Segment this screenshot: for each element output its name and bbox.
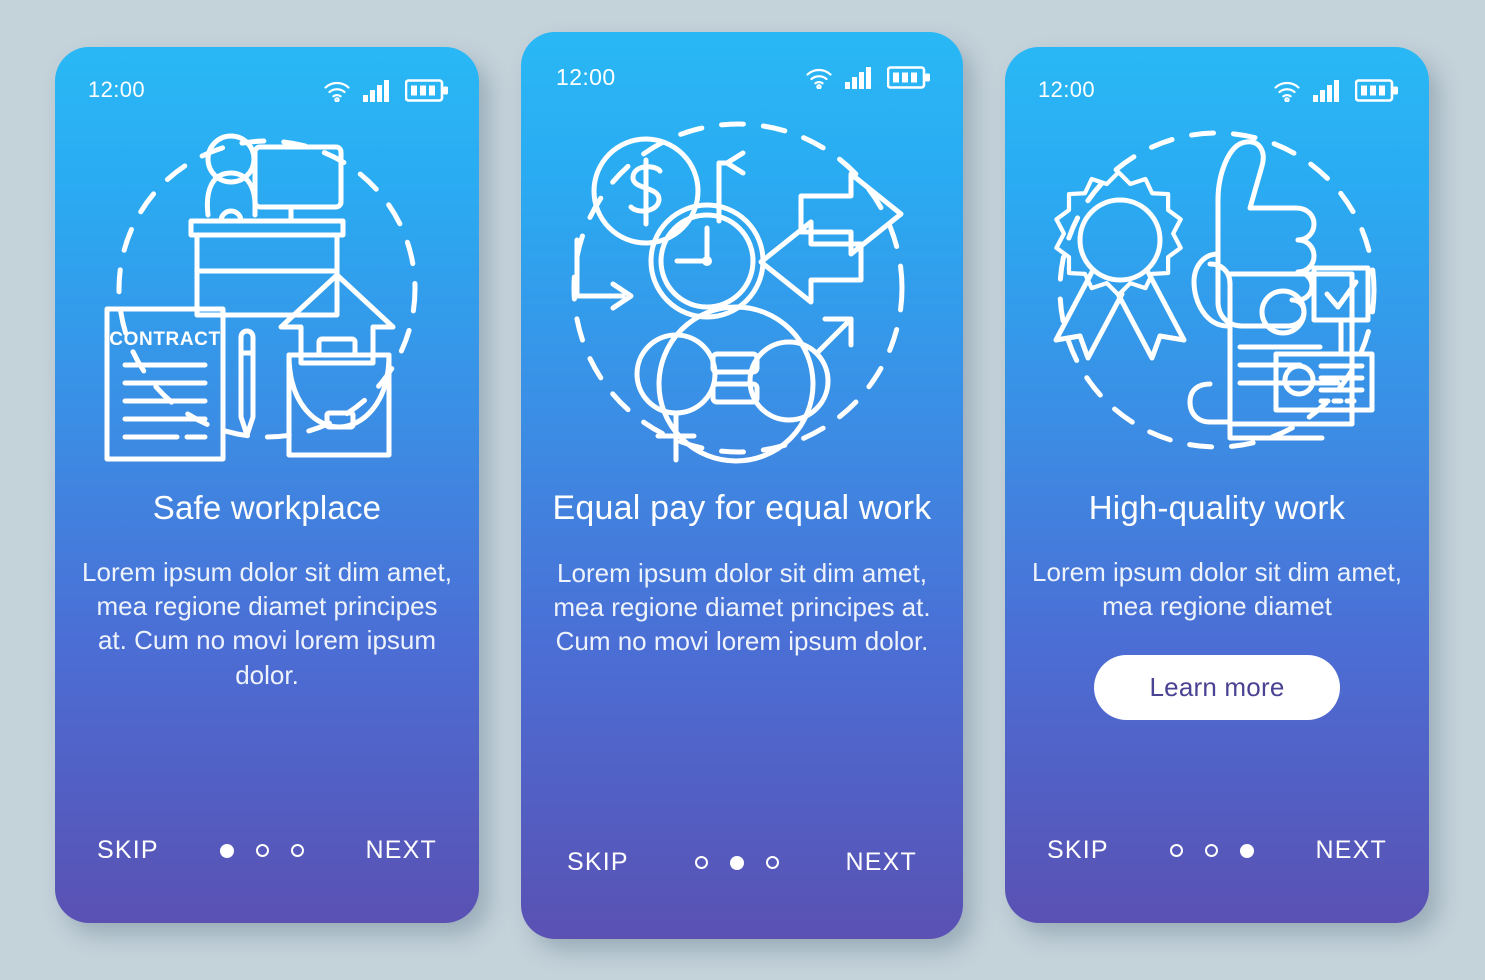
screen-content: Equal pay for equal work Lorem ipsum dol… [521, 487, 963, 659]
page-title: Equal pay for equal work [552, 489, 932, 527]
illustration-equal-pay [521, 95, 963, 487]
status-bar-clock: 12:00 [88, 77, 146, 102]
cellular-signal-icon [363, 79, 393, 102]
page-description: Lorem ipsum dolor sit dim amet, mea regi… [82, 556, 452, 690]
svg-text:CONTRACT: CONTRACT [109, 329, 220, 350]
status-bar: 12:00 [1005, 47, 1429, 103]
skip-button[interactable]: SKIP [567, 848, 629, 877]
bottom-navigation: SKIP NEXT [521, 848, 963, 877]
status-bar: 12:00 [55, 47, 479, 103]
next-button[interactable]: NEXT [846, 848, 917, 877]
illustration-high-quality-work [1005, 107, 1429, 487]
page-description: Lorem ipsum dolor sit dim amet, mea regi… [553, 557, 931, 657]
status-bar-icons [1273, 78, 1399, 102]
pagination-dot-3[interactable] [1240, 843, 1255, 858]
next-button[interactable]: NEXT [1316, 836, 1387, 865]
status-bar-clock: 12:00 [1038, 77, 1096, 102]
phone-screen-safe-workplace: 12:00 CONTRACT Safe workplace Lorem ipsu… [55, 47, 479, 923]
onboarding-screens-stage: 12:00 CONTRACT Safe workplace Lorem ipsu… [0, 0, 1485, 980]
battery-icon [887, 66, 931, 89]
bottom-navigation: SKIP NEXT [1005, 836, 1429, 865]
status-bar-clock: 12:00 [556, 64, 616, 90]
skip-button[interactable]: SKIP [1047, 836, 1109, 865]
pagination-dot-1[interactable] [695, 856, 709, 869]
wifi-icon [1273, 80, 1301, 102]
screen-content: Safe workplace Lorem ipsum dolor sit dim… [55, 487, 479, 692]
battery-icon [1355, 78, 1399, 102]
wifi-icon [805, 67, 833, 89]
pagination-dot-3[interactable] [291, 844, 305, 857]
pagination-dot-2[interactable] [256, 844, 270, 857]
pagination-dot-1[interactable] [220, 843, 235, 858]
illustration-contract-desk-briefcase: CONTRACT [55, 107, 479, 487]
pagination-dot-2[interactable] [730, 855, 745, 870]
cellular-signal-icon [1313, 79, 1343, 102]
wifi-icon [323, 80, 351, 102]
pagination-dot-3[interactable] [766, 856, 780, 869]
skip-button[interactable]: SKIP [97, 836, 159, 865]
pagination-dot-2[interactable] [1205, 844, 1219, 857]
cellular-signal-icon [845, 67, 875, 89]
pagination-dot-1[interactable] [1170, 844, 1184, 857]
page-description: Lorem ipsum dolor sit dim amet, mea regi… [1032, 556, 1402, 621]
status-bar: 12:00 [521, 32, 963, 91]
pagination-dots [695, 855, 780, 870]
page-title: Safe workplace [152, 489, 382, 526]
cta-container: Learn more [1031, 655, 1403, 721]
learn-more-button[interactable]: Learn more [1093, 655, 1341, 721]
screen-content: High-quality work Lorem ipsum dolor sit … [1005, 487, 1429, 721]
phone-screen-equal-pay: 12:00 Equal pay for equal work Lorem ips… [521, 32, 963, 939]
bottom-navigation: SKIP NEXT [55, 836, 479, 865]
battery-icon [405, 78, 449, 102]
status-bar-icons [323, 78, 449, 102]
next-button[interactable]: NEXT [366, 836, 437, 865]
phone-screen-high-quality-work: 12:00 High-quality work Lorem ipsum dolo… [1005, 47, 1429, 923]
status-bar-icons [805, 66, 931, 89]
pagination-dots [220, 843, 305, 858]
pagination-dots [1170, 843, 1255, 858]
page-title: High-quality work [1088, 489, 1346, 526]
